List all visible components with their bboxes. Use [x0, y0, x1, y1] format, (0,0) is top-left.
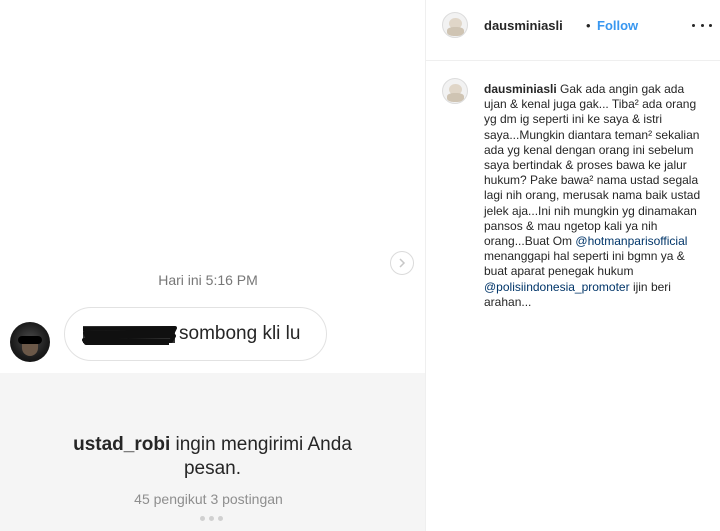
sender-avatar — [10, 322, 50, 362]
caption-text-1: Gak ada angin gak ada ujan & kenal juga … — [484, 82, 701, 249]
carousel-dots — [200, 516, 224, 522]
post-side-panel: dausminiasli • Follow dausminiasli Gak a… — [425, 0, 720, 531]
post-caption: dausminiasli Gak ada angin gak ada ujan … — [484, 82, 704, 310]
author-avatar[interactable] — [442, 12, 468, 38]
message-text: sombong kli lu — [179, 323, 301, 344]
message-timestamp: Hari ini 5:16 PM — [158, 272, 258, 288]
post-header: dausminiasli • Follow — [426, 0, 720, 61]
request-text-1: ingin mengirimi Anda — [175, 434, 352, 455]
separator-dot: • — [586, 18, 591, 33]
mention-link[interactable]: @polisiindonesia_promoter — [484, 280, 630, 294]
message-request-notice: ustad_robi ingin mengirimi Anda pesan. — [0, 433, 425, 481]
redaction-scribble — [82, 326, 177, 345]
caption-username[interactable]: dausminiasli — [484, 82, 557, 96]
chevron-right-icon — [399, 258, 406, 268]
more-options-icon[interactable] — [692, 18, 712, 32]
message-bubble: sombong kli lu — [64, 307, 327, 361]
follow-button[interactable]: Follow — [597, 18, 638, 33]
request-text-2: pesan. — [183, 458, 242, 479]
mention-link[interactable]: @hotmanparisofficial — [575, 234, 687, 248]
caption-text-2: menanggapi hal seperti ini bgmn ya & bua… — [484, 249, 685, 279]
post-image: Hari ini 5:16 PM sombong kli lu ustad_ro… — [0, 0, 425, 531]
author-username[interactable]: dausminiasli — [484, 18, 563, 33]
request-stats: 45 pengikut 3 postingan — [134, 491, 283, 507]
caption-avatar[interactable] — [442, 78, 468, 104]
request-username: ustad_robi — [73, 434, 171, 455]
